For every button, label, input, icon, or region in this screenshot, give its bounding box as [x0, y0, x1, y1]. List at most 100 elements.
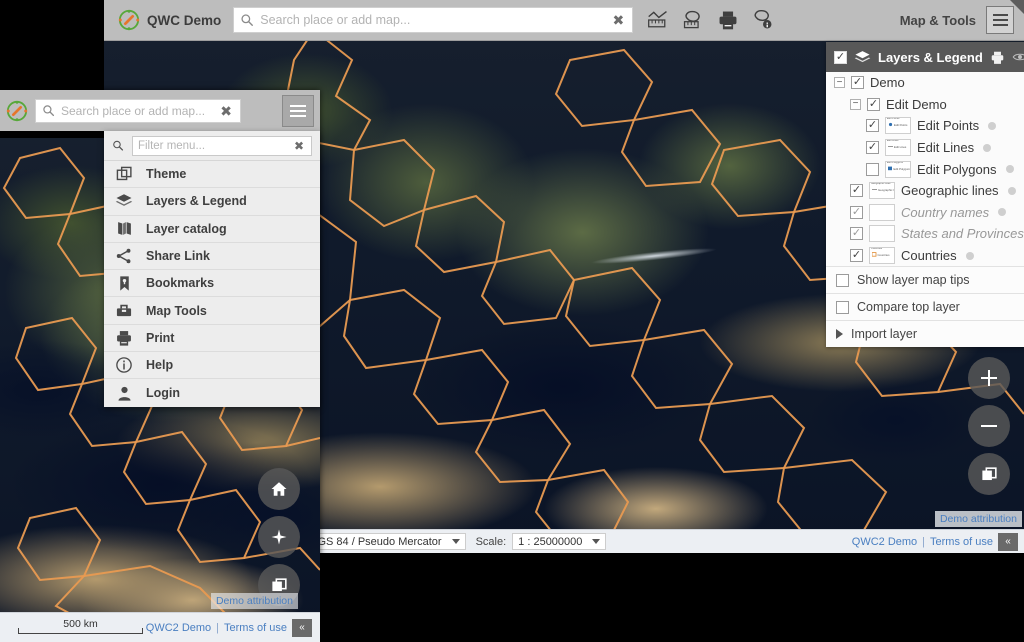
compass-logo-icon[interactable] [6, 100, 28, 122]
search-icon [112, 137, 124, 154]
search-bar[interactable]: ✖ [233, 7, 633, 33]
expand-triangle-icon[interactable] [836, 329, 843, 339]
search-clear-icon[interactable]: ✖ [611, 13, 627, 27]
menu-item-map-tools[interactable]: Map Tools [104, 297, 320, 324]
layer-row[interactable]: Edit PointsEdit PointsEdit Points [826, 115, 1024, 137]
toolbar-right-group: Map & Tools [900, 6, 1016, 34]
layer-row[interactable]: Geographic linesGeographic linesGeograph… [826, 180, 1024, 202]
menu-item-share-link[interactable]: Share Link [104, 243, 320, 270]
window-corner-fold [1010, 0, 1024, 14]
layer-info-icon[interactable] [966, 252, 974, 260]
layer-row[interactable]: CountriesCountriesCountries [826, 245, 1024, 267]
map-attribution[interactable]: Demo attribution [935, 511, 1022, 527]
layer-legend-thumbnail: Geographic linesGeographic lines [869, 182, 895, 199]
secondary-toolbar: ✖ [0, 90, 320, 131]
layer-info-icon[interactable] [998, 208, 1006, 216]
menu-item-bookmarks[interactable]: Bookmarks [104, 270, 320, 297]
panel-option-row[interactable]: Show layer map tips [826, 266, 1024, 293]
menu-item-print[interactable]: Print [104, 325, 320, 352]
toolbox-icon [114, 302, 134, 319]
secondary-qwc2-demo-link[interactable]: QWC2 Demo [146, 622, 211, 634]
secondary-search-clear-icon[interactable]: ✖ [218, 104, 234, 118]
home-button[interactable] [258, 468, 300, 510]
layer-row[interactable]: − Demo [826, 72, 1024, 94]
layer-row[interactable]: −Edit Demo [826, 94, 1024, 116]
print-icon[interactable] [717, 9, 739, 31]
terms-of-use-link[interactable]: Terms of use [930, 536, 993, 548]
home-icon [270, 480, 288, 498]
layer-visibility-checkbox[interactable] [866, 119, 879, 132]
layer-row[interactable]: Edit PolygonsEdit PolygonsEdit Polygons [826, 158, 1024, 180]
menu-filter-clear-icon[interactable]: ✖ [292, 140, 306, 152]
scale-select[interactable]: 1 : 25000000 [512, 533, 606, 550]
scale-bar-graphic [18, 628, 143, 634]
secondary-collapse-button[interactable]: « [292, 619, 312, 637]
compass-logo-icon [118, 9, 140, 31]
hamburger-menu-icon [993, 14, 1008, 16]
menu-filter-input-wrap[interactable]: ✖ [132, 136, 312, 156]
layer-visibility-checkbox[interactable] [850, 227, 863, 240]
svg-text:Edit Points: Edit Points [894, 124, 908, 128]
layer-visibility-checkbox[interactable] [850, 249, 863, 262]
layer-info-icon[interactable] [983, 144, 991, 152]
layer-row[interactable]: States and Provinces [826, 223, 1024, 245]
measure-area-icon[interactable] [682, 9, 704, 31]
menu-item-help[interactable]: Help [104, 352, 320, 379]
layers-switch-icon [980, 465, 999, 484]
locate-crosshair-icon [270, 528, 288, 546]
menu-filter-input[interactable] [138, 140, 292, 152]
background-switcher-button[interactable] [968, 453, 1010, 495]
panel-option-row[interactable]: Compare top layer [826, 293, 1024, 320]
layer-visibility-checkbox[interactable] [850, 206, 863, 219]
secondary-search-bar[interactable]: ✖ [35, 99, 241, 123]
panel-option-label: Show layer map tips [857, 273, 970, 287]
layer-expander-icon[interactable]: − [834, 77, 845, 88]
app-brand[interactable]: QWC Demo [112, 9, 233, 31]
qwc2-demo-link[interactable]: QWC2 Demo [852, 536, 917, 548]
book-map-icon [114, 220, 134, 237]
layer-row[interactable]: Edit LinesEdit LinesEdit Lines [826, 137, 1024, 159]
menu-item-layers-legend[interactable]: Layers & Legend [104, 188, 320, 215]
crs-select[interactable]: WGS 84 / Pseudo Mercator [301, 533, 466, 550]
layer-name-label: Country names [901, 205, 989, 220]
layer-info-icon[interactable] [988, 122, 996, 130]
layer-visibility-checkbox[interactable] [866, 163, 879, 176]
layer-legend-thumbnail: Edit LinesEdit Lines [885, 139, 911, 156]
secondary-map-attribution[interactable]: Demo attribution [211, 593, 298, 609]
layers-panel-header: Layers & Legend [826, 42, 1024, 72]
visibility-eye-icon[interactable] [1012, 49, 1024, 65]
panel-master-checkbox[interactable] [834, 51, 847, 64]
zoom-in-button[interactable] [968, 357, 1010, 399]
scale-bar: 500 km [18, 621, 143, 634]
panel-option-checkbox[interactable] [836, 301, 849, 314]
layer-info-icon[interactable] [1006, 165, 1014, 173]
panel-option-checkbox[interactable] [836, 274, 849, 287]
layer-visibility-checkbox[interactable] [867, 98, 880, 111]
secondary-search-input[interactable] [61, 104, 218, 118]
menu-item-login[interactable]: Login [104, 379, 320, 406]
map-tools-label: Map & Tools [900, 13, 976, 28]
menu-filter-row: ✖ [104, 131, 320, 161]
measure-line-icon[interactable] [647, 9, 669, 31]
print-legend-icon[interactable] [990, 50, 1005, 65]
secondary-terms-of-use-link[interactable]: Terms of use [224, 622, 287, 634]
layer-row[interactable]: Country names [826, 202, 1024, 224]
layer-name-label: Demo [870, 75, 905, 90]
menu-item-layer-catalog[interactable]: Layer catalog [104, 216, 320, 243]
search-input[interactable] [260, 13, 610, 27]
secondary-menu-button[interactable] [282, 95, 314, 127]
collapse-statusbar-button[interactable]: « [998, 533, 1018, 551]
layers-switch-icon [270, 576, 289, 595]
zoom-out-button[interactable] [968, 405, 1010, 447]
panel-option-row[interactable]: Import layer [826, 320, 1024, 347]
menu-item-theme[interactable]: Theme [104, 161, 320, 188]
layer-name-label: States and Provinces [901, 226, 1024, 241]
layer-visibility-checkbox[interactable] [851, 76, 864, 89]
identify-icon[interactable] [752, 9, 774, 31]
layer-expander-icon[interactable]: − [850, 99, 861, 110]
layer-visibility-checkbox[interactable] [850, 184, 863, 197]
main-toolbar: QWC Demo ✖ [104, 0, 1024, 41]
layer-visibility-checkbox[interactable] [866, 141, 879, 154]
locate-button[interactable] [258, 516, 300, 558]
layer-info-icon[interactable] [1008, 187, 1016, 195]
